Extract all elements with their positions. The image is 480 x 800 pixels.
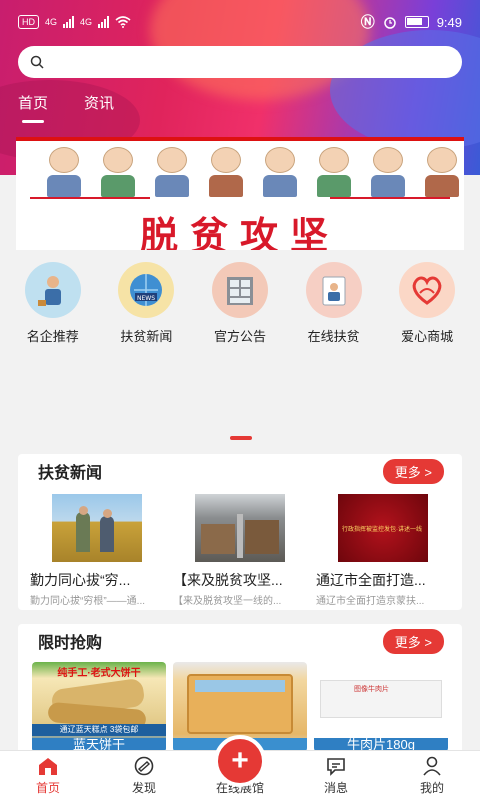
news-item[interactable]: 勤力同心拔“穷... 勤力同心拔“穷根”——通... bbox=[30, 494, 164, 607]
news-title: 勤力同心拔“穷... bbox=[30, 572, 131, 588]
news-thumbnail bbox=[52, 494, 142, 562]
nfc-icon: Ⓝ bbox=[360, 14, 375, 30]
nav-messages[interactable]: 消息 bbox=[288, 751, 384, 800]
signal-icon bbox=[63, 16, 75, 28]
business-people-icon bbox=[24, 262, 81, 318]
signal-icon-2 bbox=[98, 16, 110, 28]
news-item[interactable]: 【来及脱贫攻坚... 【来及脱贫攻坚一线的... bbox=[173, 494, 307, 607]
news-more-button[interactable]: 更多 > bbox=[382, 458, 444, 484]
tab-home[interactable]: 首页 bbox=[18, 92, 48, 123]
search-bar[interactable] bbox=[18, 46, 462, 78]
nav-profile[interactable]: 我的 bbox=[384, 751, 480, 800]
banner-carousel[interactable]: 脱贫攻坚 bbox=[16, 137, 464, 250]
nav-home[interactable]: 首页 bbox=[0, 751, 96, 800]
page-indicator bbox=[230, 436, 252, 440]
clock: 9:49 bbox=[436, 14, 462, 30]
category-online-help[interactable]: 在线扶贫 bbox=[288, 262, 380, 345]
wifi-icon bbox=[115, 16, 131, 28]
news-thumbnail bbox=[195, 494, 285, 562]
news-summary: 通辽市全面打造京蒙扶... bbox=[316, 596, 425, 607]
flash-more-button[interactable]: 更多 > bbox=[382, 628, 444, 654]
news-section: 扶贫新闻 更多 > 勤力同心拔“穷... 勤力同心拔“穷根”——通... 【来及… bbox=[18, 454, 462, 610]
profile-icon bbox=[423, 756, 441, 776]
banner-title: 脱贫攻坚 bbox=[139, 213, 340, 250]
product-card[interactable]: 纯手工·老式大饼干 通辽蓝天糕点 3袋包邮 蓝天饼干 bbox=[32, 662, 166, 752]
heart-mall-icon bbox=[399, 262, 456, 318]
category-love-mall[interactable]: 爱心商城 bbox=[381, 262, 473, 345]
online-help-icon bbox=[305, 262, 362, 318]
tab-news[interactable]: 资讯 bbox=[84, 92, 114, 123]
home-icon bbox=[39, 757, 57, 775]
banner-illustration bbox=[44, 147, 462, 199]
nav-discover[interactable]: 发现 bbox=[96, 751, 192, 800]
category-grid: 名企推荐 NEWS 扶贫新闻 官方公告 在线扶贫 爱心商城 bbox=[0, 262, 480, 345]
category-official-notice[interactable]: 官方公告 bbox=[194, 262, 286, 345]
search-input[interactable] bbox=[52, 46, 462, 78]
news-summary: 【来及脱贫攻坚一线的... bbox=[173, 596, 282, 607]
thumbnail-caption: 行政指挥被监控发包·讲述一线 bbox=[342, 527, 422, 533]
news-title: 【来及脱贫攻坚... bbox=[173, 572, 283, 588]
search-icon bbox=[30, 55, 44, 69]
category-famous-enterprise[interactable]: 名企推荐 bbox=[7, 262, 99, 345]
alarm-icon bbox=[383, 17, 396, 29]
news-item[interactable]: 行政指挥被监控发包·讲述一线 通辽市全面打造... 通辽市全面打造京蒙扶... bbox=[316, 494, 450, 607]
notice-board-icon bbox=[211, 262, 268, 318]
status-bar: HD 4G 4G Ⓝ 9:49 bbox=[0, 0, 480, 44]
news-title: 通辽市全面打造... bbox=[316, 572, 426, 588]
discover-icon bbox=[134, 756, 154, 775]
hd-badge: HD bbox=[18, 15, 39, 29]
svg-text:NEWS: NEWS bbox=[137, 295, 155, 302]
section-title: 扶贫新闻 bbox=[38, 465, 103, 482]
news-globe-icon: NEWS bbox=[118, 262, 175, 318]
top-tabs: 首页 资讯 bbox=[18, 92, 114, 123]
section-title: 限时抢购 bbox=[38, 635, 103, 652]
battery-icon bbox=[404, 16, 429, 28]
news-summary: 勤力同心拔“穷根”——通... bbox=[30, 596, 145, 607]
product-pack-text: 图像牛肉片 bbox=[354, 686, 389, 693]
product-tag: 通辽蓝天糕点 3袋包邮 bbox=[32, 724, 166, 736]
message-icon bbox=[327, 757, 345, 776]
plus-icon[interactable]: + bbox=[214, 735, 266, 787]
news-thumbnail: 行政指挥被监控发包·讲述一线 bbox=[338, 494, 428, 562]
category-poverty-news[interactable]: NEWS 扶贫新闻 bbox=[100, 262, 192, 345]
product-pack-text: 纯手工·老式大饼干 bbox=[57, 668, 141, 679]
product-card[interactable]: 图像牛肉片 牛肉片180g bbox=[314, 662, 448, 752]
